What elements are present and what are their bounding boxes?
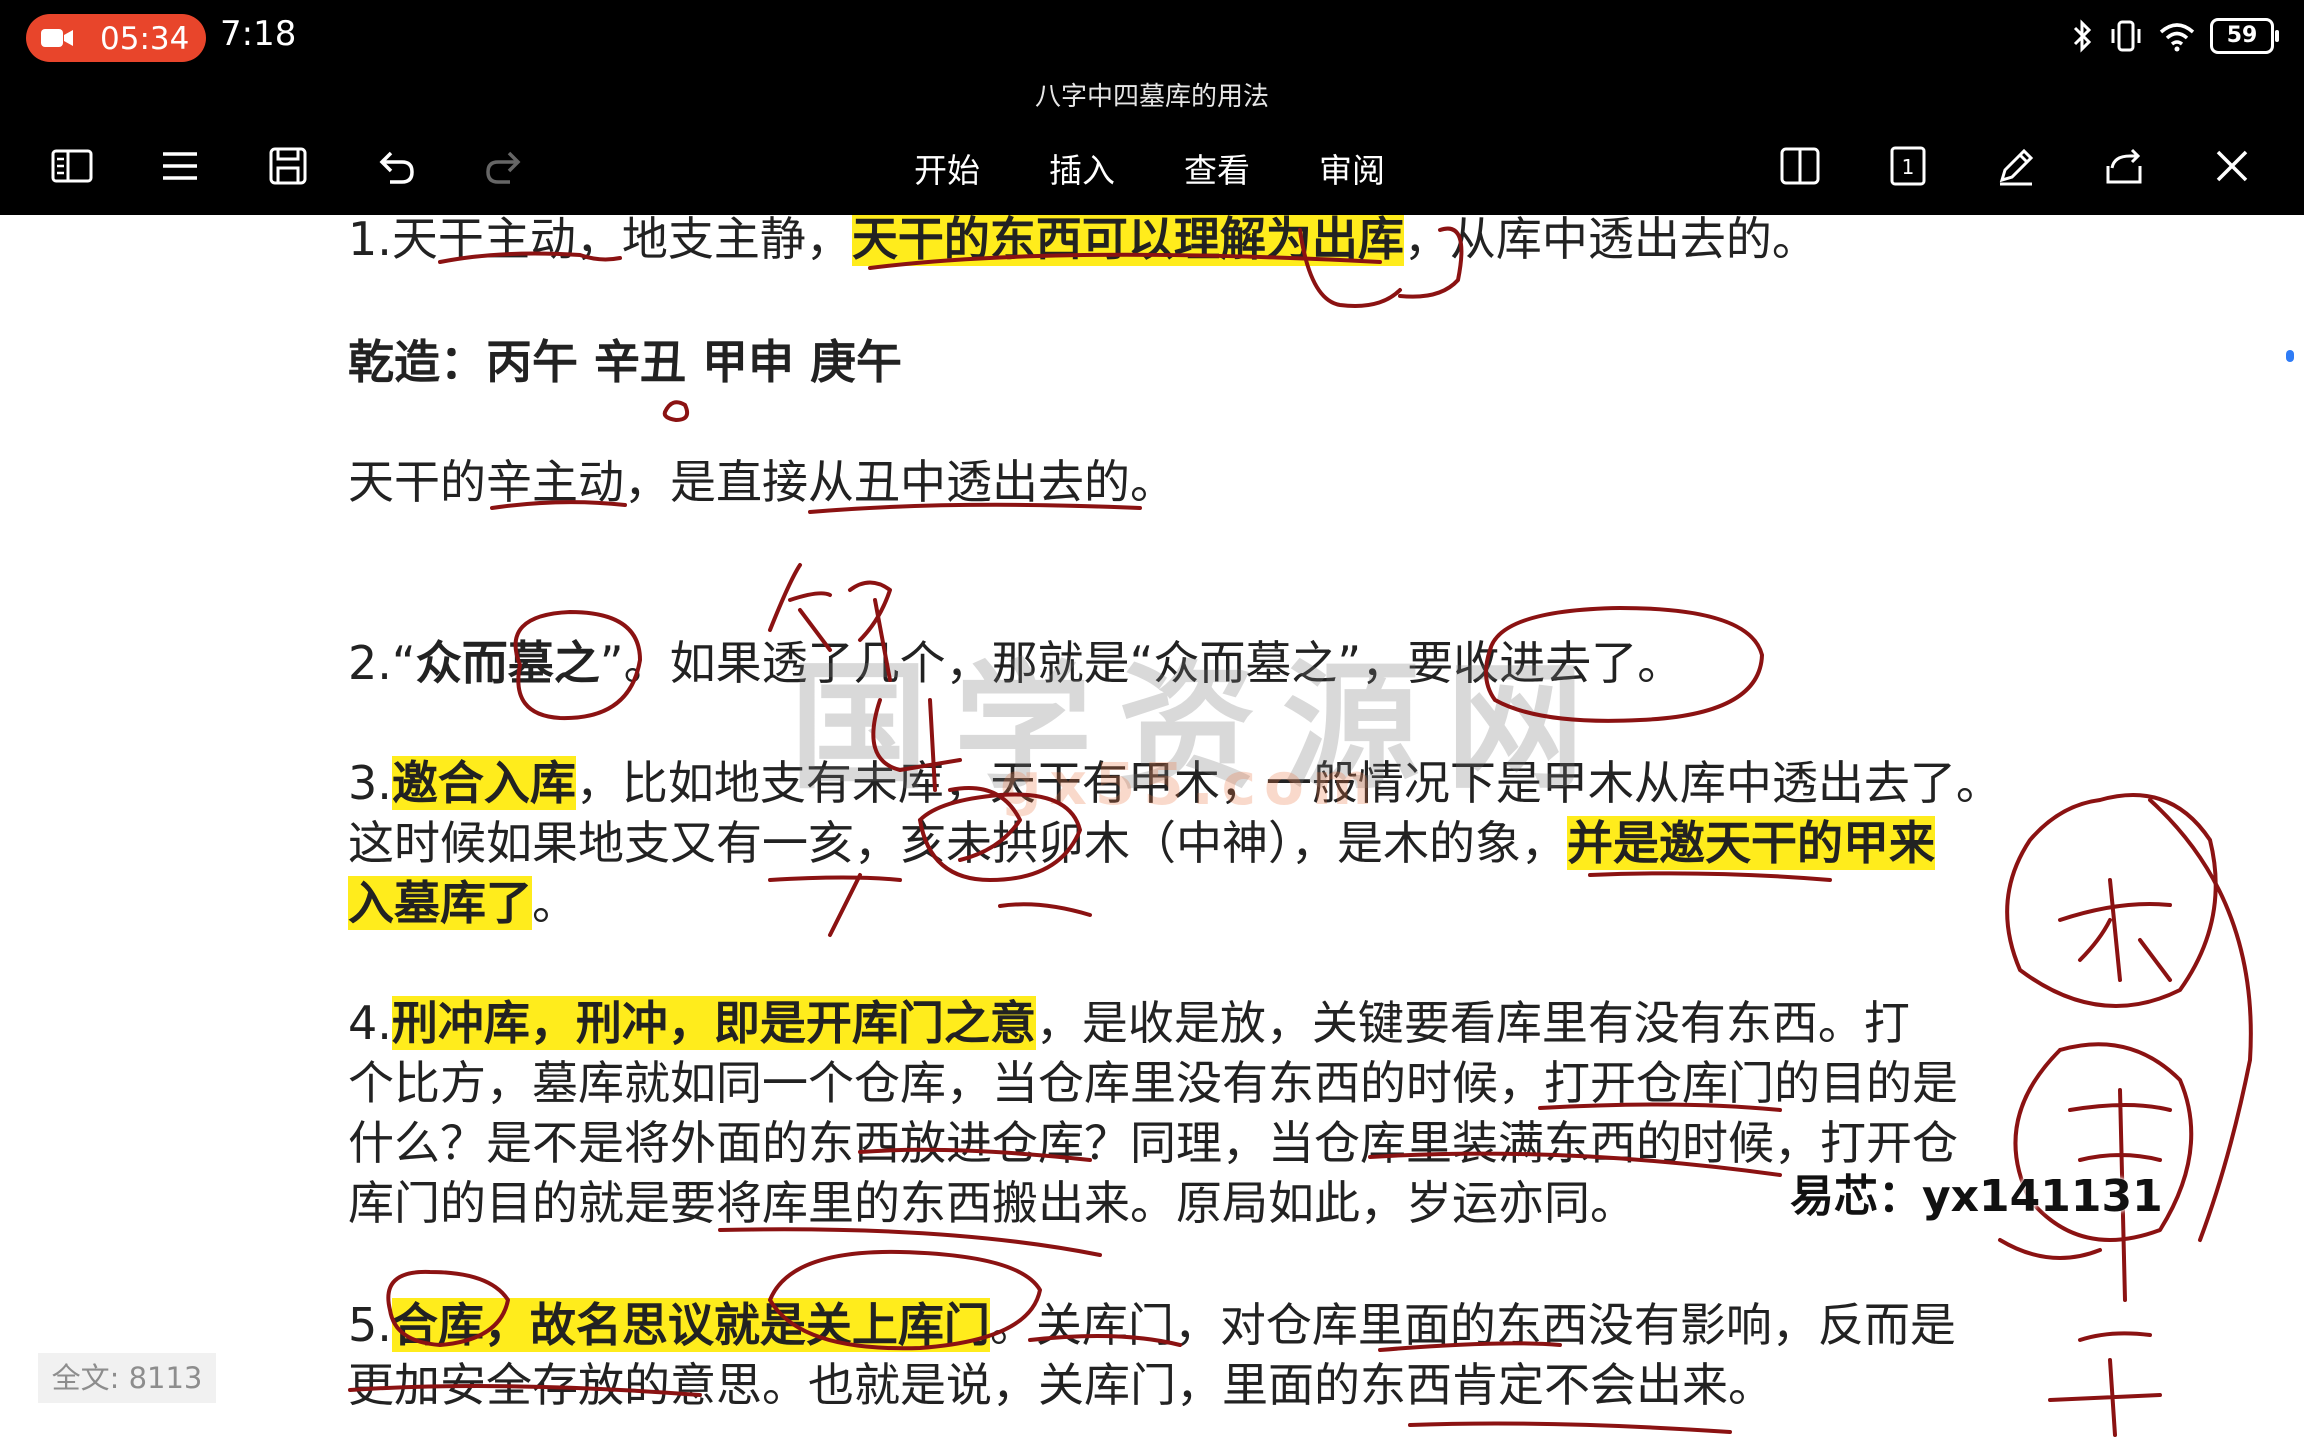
handwritten-annotations bbox=[348, 226, 2253, 1437]
scroll-indicator[interactable] bbox=[2286, 350, 2294, 362]
contact-overlay-text: 易芯：yx141131 bbox=[1790, 1171, 2163, 1222]
word-count-badge: 全文: 8113 bbox=[38, 1353, 216, 1403]
